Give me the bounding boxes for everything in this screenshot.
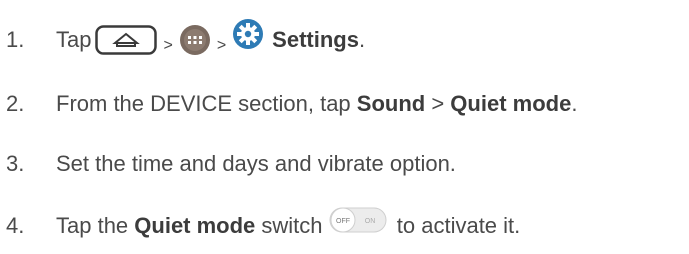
step-text: From the DEVICE section, tap Sound > Qui… <box>56 93 577 115</box>
step-text-pre: Tap the <box>56 213 135 238</box>
switch-on-label: ON <box>364 218 375 225</box>
step-number: 3. <box>6 151 25 176</box>
step-number: 4. <box>6 213 25 238</box>
step-text-mid: switch <box>255 213 329 238</box>
quiet-mode-switch-icon: OFF ON <box>329 206 387 234</box>
step-tap-text: Tap <box>56 27 92 52</box>
step-2: 2. From the DEVICE section, tap Sound > … <box>6 84 577 124</box>
separator: > <box>425 91 451 116</box>
home-key-icon <box>95 25 158 55</box>
step-text: Set the time and days and vibrate option… <box>56 151 456 176</box>
step-1: 1. Tap > > Settings . <box>6 18 366 60</box>
settings-label: Settings <box>272 27 359 52</box>
quiet-mode-label: Quiet mode <box>450 91 572 116</box>
settings-gear-icon <box>232 18 264 50</box>
step-text-post: to activate it. <box>390 213 521 238</box>
step-3: 3. Set the time and days and vibrate opt… <box>6 144 456 184</box>
quiet-mode-label: Quiet mode <box>134 213 256 238</box>
step-text: Tap the Quiet mode switch OFF ON to acti… <box>56 207 521 240</box>
separator: > <box>216 37 227 54</box>
sound-label: Sound <box>356 91 426 116</box>
period: . <box>571 91 578 116</box>
step-4: 4. Tap the Quiet mode switch OFF ON to a… <box>6 206 520 246</box>
separator: > <box>163 37 173 54</box>
step-text-pre: From the DEVICE section, tap <box>56 91 357 116</box>
period: . <box>358 27 366 52</box>
step-number: 1. <box>6 27 25 52</box>
apps-icon <box>179 24 211 56</box>
step-number: 2. <box>6 91 25 116</box>
switch-off-label: OFF <box>336 218 350 225</box>
